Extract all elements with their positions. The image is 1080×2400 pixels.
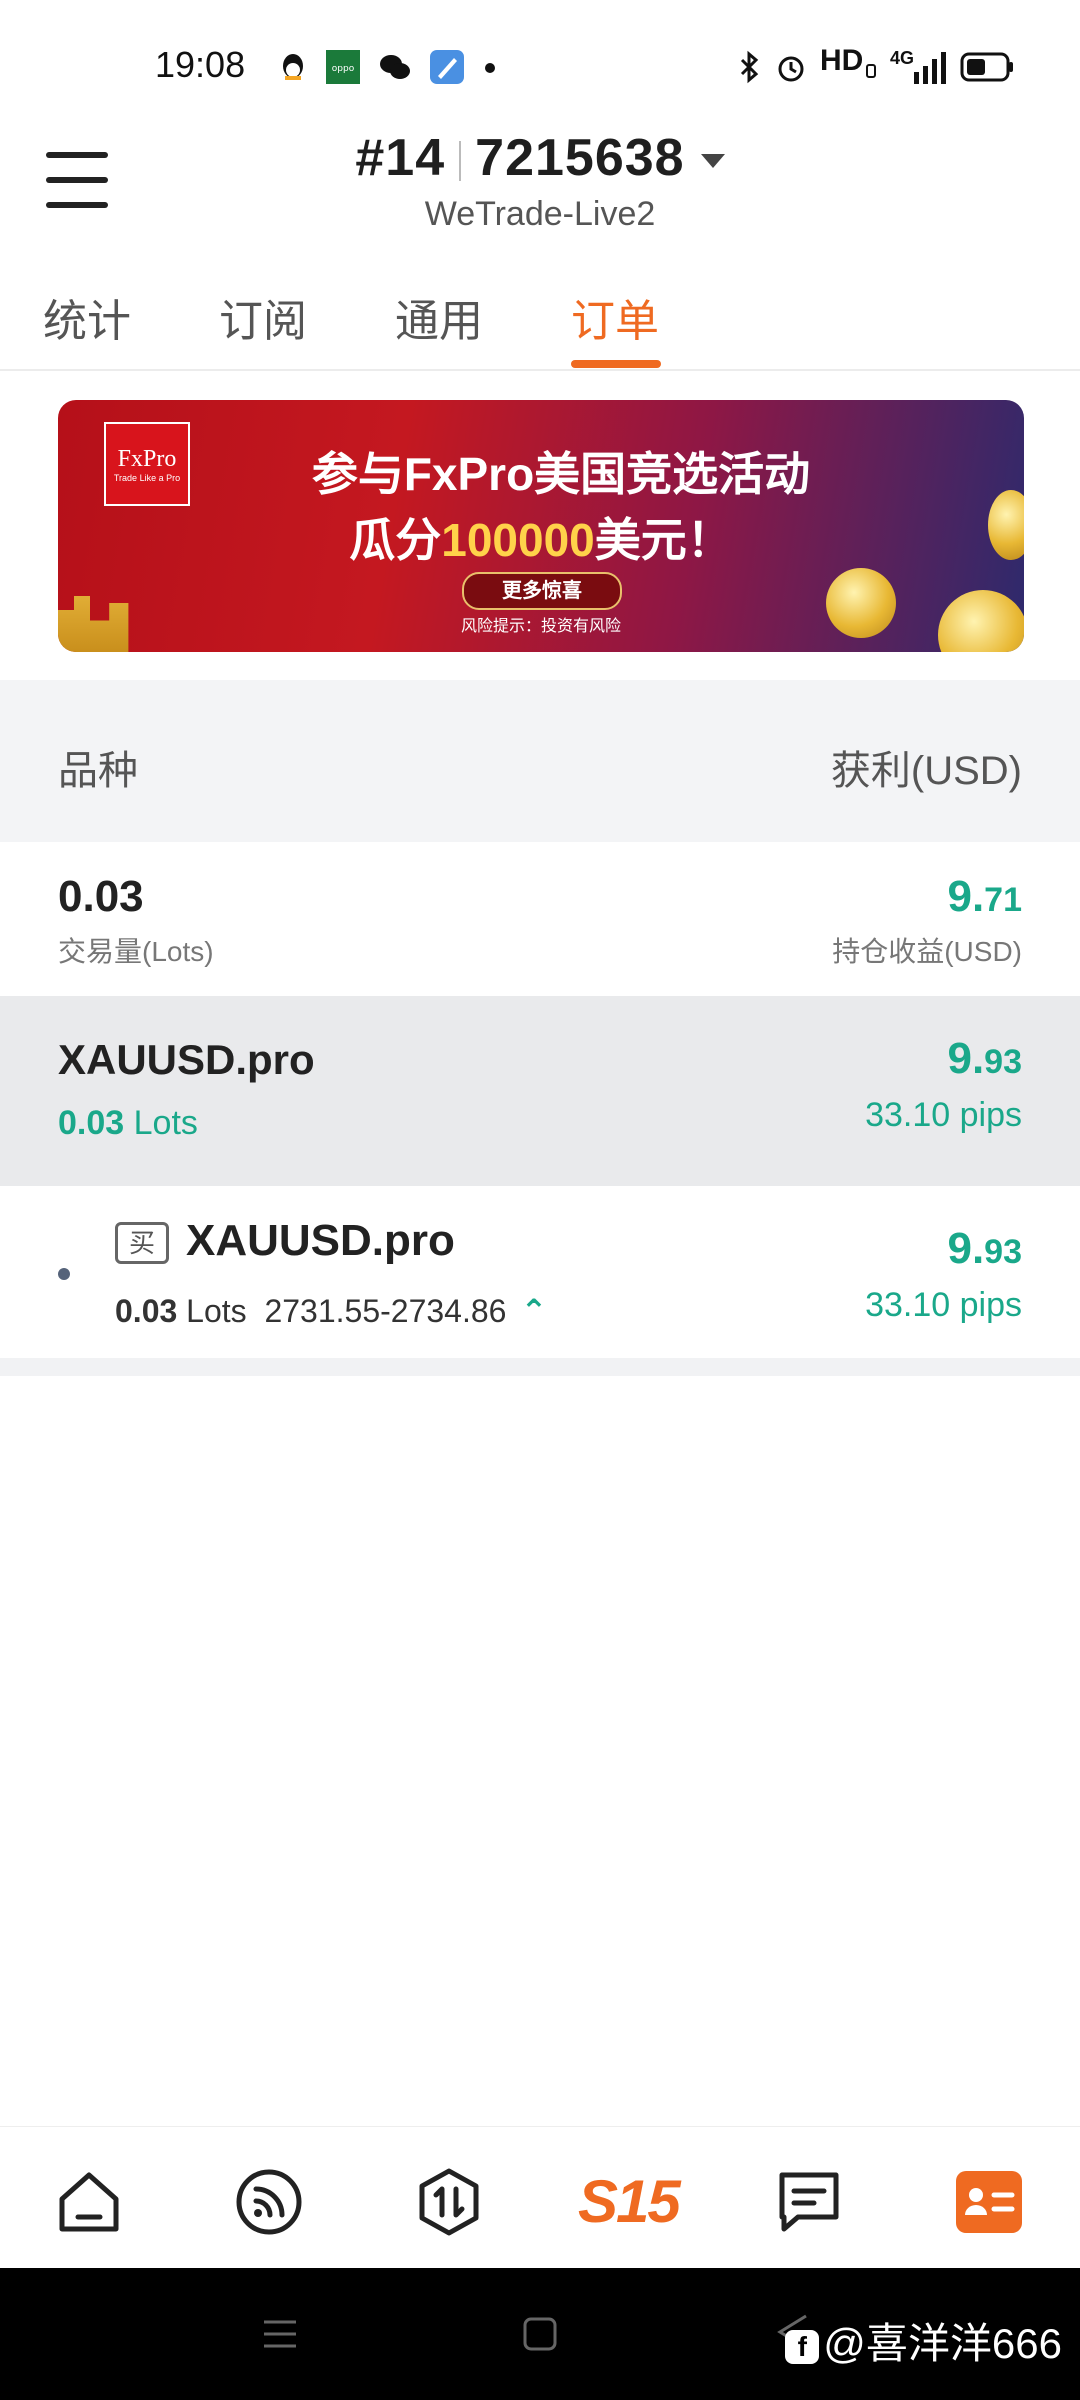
active-tab-indicator	[571, 360, 661, 368]
total-profit-label: 持仓收益(USD)	[832, 936, 1022, 967]
order-bullet-icon	[58, 1268, 70, 1280]
alarm-icon	[778, 56, 804, 82]
account-prefix: #14	[355, 129, 446, 187]
home-icon[interactable]	[54, 2167, 124, 2237]
chevron-up-icon[interactable]: ⌃	[520, 1292, 547, 1330]
bluetooth-icon	[740, 50, 759, 84]
server-name: WeTrade-Live2	[424, 195, 656, 233]
network-type: 4G	[890, 48, 915, 68]
tab-subscribe[interactable]: 订阅	[219, 285, 307, 349]
account-selector[interactable]: #14 7215638	[0, 128, 1080, 188]
total-lots-value: 0.03	[58, 872, 144, 921]
order-symbol: XAUUSD.pro	[186, 1216, 455, 1265]
account-separator	[459, 141, 462, 182]
total-profit-value: 9.71	[947, 872, 1022, 921]
s15-nav-button[interactable]: S15	[578, 2167, 681, 2236]
order-profit: 9.93	[947, 1224, 1022, 1273]
hd-indicator: HD	[820, 44, 864, 77]
account-card-icon[interactable]	[954, 2167, 1024, 2237]
battery-icon	[960, 52, 1013, 82]
group-lots: 0.03 Lots	[58, 1104, 198, 1142]
hd-box-icon	[866, 64, 876, 78]
qq-icon	[283, 54, 303, 80]
bottom-navigation: S15	[0, 2126, 1080, 2269]
status-bar: 19:08 oppo HD 4G	[0, 0, 1080, 130]
group-profit: 9.93	[947, 1034, 1022, 1083]
buy-badge: 买	[115, 1222, 169, 1264]
watermark-logo-icon: f	[785, 2329, 820, 2364]
caret-down-icon	[700, 154, 725, 169]
signal-feed-icon[interactable]	[234, 2167, 304, 2237]
column-symbol-label: 品种	[58, 749, 138, 793]
symbol-group-row[interactable]	[0, 996, 1080, 1186]
home-button-icon[interactable]	[522, 2316, 558, 2352]
tab-orders[interactable]: 订单	[571, 285, 659, 349]
banner-subheadline: 瓜分100000美元！	[349, 514, 733, 566]
status-time: 19:08	[155, 44, 246, 85]
list-end-divider	[0, 1358, 1080, 1376]
trade-icon[interactable]	[414, 2167, 484, 2237]
order-pips: 33.10 pips	[865, 1286, 1022, 1324]
oppo-app-icon: oppo	[326, 50, 360, 84]
notification-dot-icon	[485, 63, 495, 73]
app-icon	[430, 50, 464, 84]
watermark: f @喜洋洋666	[785, 2310, 1062, 2371]
order-details[interactable]: 0.03 Lots 2731.55-2734.86 ⌃	[115, 1292, 547, 1330]
recent-apps-icon[interactable]	[262, 2316, 298, 2352]
group-pips: 33.10 pips	[865, 1096, 1022, 1134]
promo-banner[interactable]: FxPro Trade Like a Pro 参与FxPro美国竞选活动 瓜分1…	[58, 400, 1024, 652]
tab-statistics[interactable]: 统计	[43, 285, 131, 349]
tab-general[interactable]: 通用	[395, 285, 483, 349]
column-profit-label: 获利(USD)	[830, 749, 1022, 793]
wechat-icon	[380, 55, 410, 79]
group-symbol: XAUUSD.pro	[58, 1036, 315, 1083]
account-number: 7215638	[475, 129, 685, 187]
banner-more-button[interactable]: 更多惊喜	[462, 572, 622, 610]
svg-text:oppo: oppo	[332, 64, 355, 74]
messages-icon[interactable]	[774, 2167, 844, 2237]
total-lots-label: 交易量(Lots)	[58, 936, 214, 967]
signal-icon	[914, 52, 946, 84]
tab-divider	[0, 369, 1080, 371]
banner-headline: 参与FxPro美国竞选活动	[311, 448, 811, 500]
banner-risk-note: 风险提示：投资有风险	[460, 618, 621, 635]
